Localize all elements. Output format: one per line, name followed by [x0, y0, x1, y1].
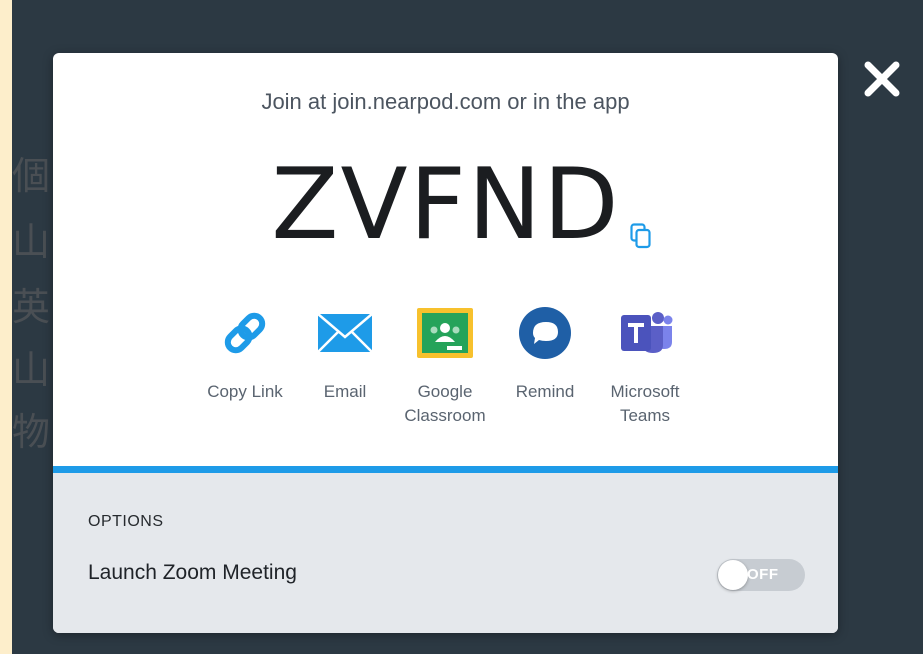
join-instructions: Join at join.nearpod.com or in the app — [261, 89, 630, 114]
share-label: Remind — [515, 382, 575, 401]
share-google-classroom[interactable]: Google Classroom — [395, 305, 495, 455]
copy-code-button[interactable] — [630, 223, 652, 249]
join-modal: Join at join.nearpod.com or in the app Z… — [53, 53, 838, 633]
share-options: Copy Link Email Google Classroom Remind … — [195, 305, 695, 455]
google-classroom-icon — [417, 308, 473, 358]
share-microsoft-teams[interactable]: Microsoft Teams — [595, 305, 695, 455]
close-button[interactable] — [858, 55, 906, 103]
share-label: Email — [323, 382, 367, 401]
toggle-knob — [718, 560, 748, 590]
remind-icon — [519, 307, 571, 359]
close-icon — [864, 61, 900, 97]
zoom-meeting-toggle[interactable]: OFF — [717, 559, 805, 591]
background-text-char: 山 — [12, 220, 51, 264]
share-label: Google Classroom — [404, 382, 486, 425]
zoom-meeting-label: Launch Zoom Meeting — [88, 561, 297, 584]
copy-icon — [630, 223, 651, 249]
join-code-area: ZVFND — [53, 145, 838, 265]
share-remind[interactable]: Remind — [495, 305, 595, 455]
options-panel: OPTIONS Launch Zoom Meeting OFF — [53, 473, 838, 633]
share-email[interactable]: Email — [295, 305, 395, 455]
envelope-icon — [317, 313, 373, 353]
microsoft-teams-icon — [621, 312, 673, 353]
options-heading: OPTIONS — [88, 513, 164, 530]
toggle-state-label: OFF — [747, 566, 779, 583]
background-text-char: 個 — [12, 154, 51, 198]
link-icon — [224, 312, 266, 354]
share-label: Microsoft Teams — [610, 382, 680, 425]
background-text-char: 英 — [12, 285, 51, 329]
accent-divider — [53, 466, 838, 473]
background-text-char: 物 — [12, 410, 51, 454]
share-copy-link[interactable]: Copy Link — [195, 305, 295, 455]
background-text-char: 山 — [12, 348, 51, 392]
join-code: ZVFND — [271, 148, 621, 262]
share-label: Copy Link — [207, 382, 283, 401]
